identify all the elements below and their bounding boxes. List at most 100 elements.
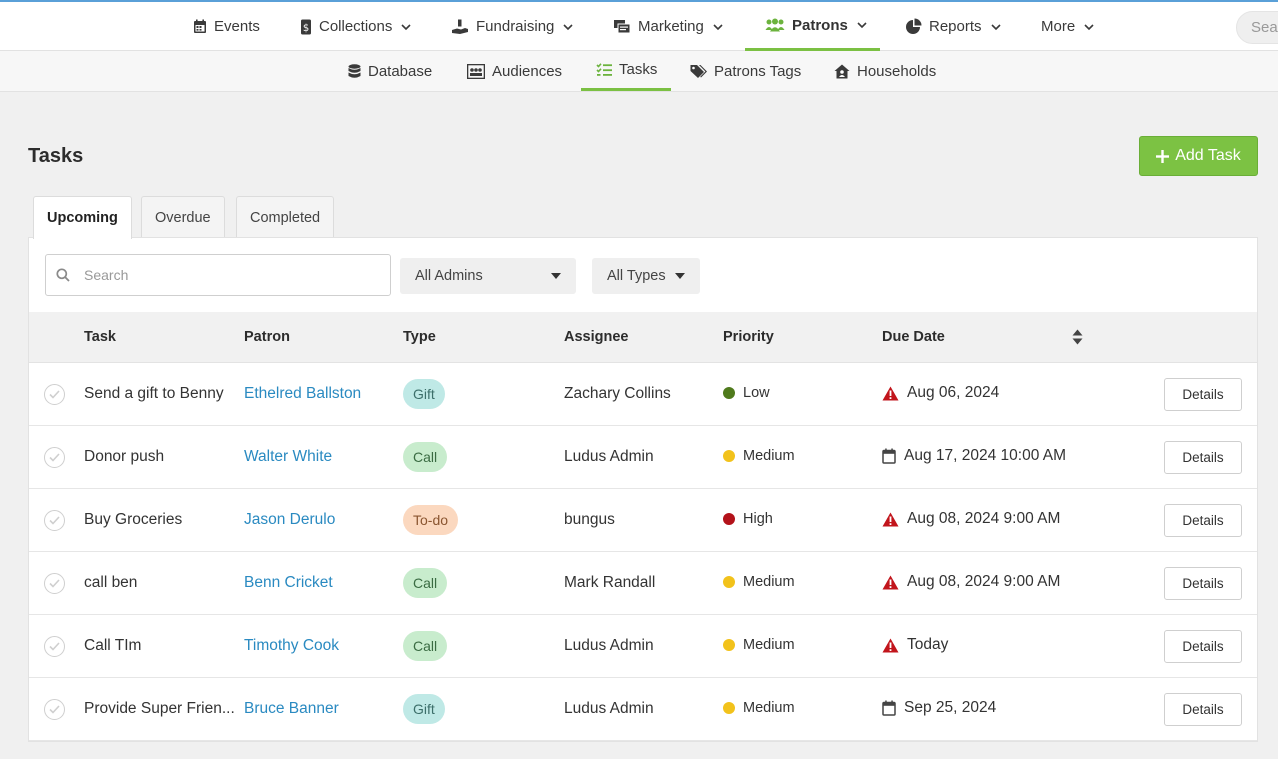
caret-down-icon bbox=[551, 273, 561, 279]
priority-label: Medium bbox=[743, 574, 795, 590]
table-row: Send a gift to Benny Ethelred Ballston Gif… bbox=[29, 363, 1257, 426]
type-badge: Gift bbox=[403, 694, 445, 724]
assignee: Ludus Admin bbox=[564, 637, 654, 654]
priority-label: Low bbox=[743, 385, 770, 401]
check-icon bbox=[49, 453, 60, 462]
task-name: call ben bbox=[84, 574, 138, 591]
complete-task-checkbox[interactable] bbox=[44, 447, 65, 468]
select-value: All Admins bbox=[415, 268, 483, 284]
complete-task-checkbox[interactable] bbox=[44, 636, 65, 657]
calendar-icon bbox=[194, 19, 206, 33]
patron-link[interactable]: Jason Derulo bbox=[244, 511, 335, 529]
priority: Medium bbox=[723, 574, 795, 590]
due-date: Aug 06, 2024 bbox=[882, 384, 999, 402]
nav-marketing[interactable]: Marketing bbox=[613, 2, 723, 51]
collections-icon: $ bbox=[301, 19, 311, 34]
check-icon bbox=[49, 705, 60, 714]
details-button[interactable]: Details bbox=[1164, 504, 1242, 537]
task-search-input[interactable]: Search bbox=[45, 254, 391, 296]
subnav-tasks[interactable]: Tasks bbox=[581, 51, 671, 91]
subnav-patrons-tags[interactable]: Patrons Tags bbox=[690, 51, 801, 91]
patron-link[interactable]: Bruce Banner bbox=[244, 700, 339, 718]
types-filter-select[interactable]: All Types bbox=[592, 258, 700, 294]
check-icon bbox=[49, 516, 60, 525]
due-date: Sep 25, 2024 bbox=[882, 699, 996, 717]
complete-task-checkbox[interactable] bbox=[44, 384, 65, 405]
table-row: Call TIm Timothy Cook Call Ludus Admin Mediu… bbox=[29, 615, 1257, 678]
complete-task-checkbox[interactable] bbox=[44, 573, 65, 594]
priority-dot-icon bbox=[723, 702, 735, 714]
plus-icon bbox=[1156, 149, 1170, 163]
header-assignee: Assignee bbox=[564, 329, 629, 345]
complete-task-checkbox[interactable] bbox=[44, 699, 65, 720]
details-button[interactable]: Details bbox=[1164, 630, 1242, 663]
page-title: Tasks bbox=[28, 145, 84, 167]
subnav-label: Households bbox=[857, 62, 937, 80]
tags-icon bbox=[690, 64, 707, 78]
details-button[interactable]: Details bbox=[1164, 567, 1242, 600]
table-row: Provide Super Frien... Bruce Banner Gift Lu… bbox=[29, 678, 1257, 741]
nav-more[interactable]: More bbox=[1041, 2, 1094, 51]
assignee: Zachary Collins bbox=[564, 385, 671, 402]
header-priority: Priority bbox=[723, 329, 774, 345]
database-icon bbox=[348, 63, 361, 78]
donation-hand-icon bbox=[452, 19, 468, 34]
patron-link[interactable]: Walter White bbox=[244, 448, 332, 466]
house-icon bbox=[834, 64, 850, 78]
tab-completed[interactable]: Completed bbox=[236, 196, 335, 238]
details-button[interactable]: Details bbox=[1164, 441, 1242, 474]
nav-reports[interactable]: Reports bbox=[905, 2, 1001, 51]
calendar-icon bbox=[882, 448, 896, 464]
type-badge: Call bbox=[403, 442, 448, 472]
patron-link[interactable]: Timothy Cook bbox=[244, 637, 339, 655]
header-due-date[interactable]: Due Date bbox=[882, 329, 945, 345]
marketing-icon bbox=[614, 20, 631, 34]
task-name: Provide Super Frien... bbox=[84, 700, 235, 717]
nav-label: Fundraising bbox=[476, 18, 555, 35]
subnav-database[interactable]: Database bbox=[348, 51, 432, 91]
chevron-down-icon bbox=[857, 22, 867, 29]
priority: Medium bbox=[723, 700, 795, 716]
global-search-input[interactable]: Search bbox=[1236, 11, 1278, 44]
task-name: Donor push bbox=[84, 448, 165, 465]
nav-collections[interactable]: $ Collections bbox=[300, 2, 411, 51]
patron-link[interactable]: Benn Cricket bbox=[244, 574, 333, 592]
task-name: Call TIm bbox=[84, 637, 142, 654]
details-button[interactable]: Details bbox=[1164, 378, 1242, 411]
warning-icon bbox=[882, 575, 899, 589]
sort-icon[interactable] bbox=[1072, 329, 1083, 345]
priority-dot-icon bbox=[723, 387, 735, 399]
warning-icon bbox=[882, 638, 899, 652]
header-type: Type bbox=[403, 329, 436, 345]
complete-task-checkbox[interactable] bbox=[44, 510, 65, 531]
assignee: Ludus Admin bbox=[564, 448, 654, 465]
priority-label: High bbox=[743, 511, 773, 527]
svg-text:$: $ bbox=[303, 23, 309, 34]
pie-chart-icon bbox=[906, 18, 922, 34]
search-icon bbox=[56, 268, 70, 282]
due-date-label: Aug 17, 2024 10:00 AM bbox=[904, 447, 1067, 464]
subnav-households[interactable]: Households bbox=[834, 51, 936, 91]
nav-patrons[interactable]: Patrons bbox=[745, 2, 880, 51]
table-row: Donor push Walter White Call Ludus Admin Med… bbox=[29, 426, 1257, 489]
warning-icon bbox=[882, 386, 899, 400]
due-date: Aug 08, 2024 9:00 AM bbox=[882, 573, 1060, 591]
chevron-down-icon bbox=[713, 23, 723, 30]
patron-link[interactable]: Ethelred Ballston bbox=[244, 385, 361, 403]
select-value: All Types bbox=[607, 268, 666, 284]
caret-down-icon bbox=[675, 273, 685, 279]
subnav-label: Audiences bbox=[492, 62, 563, 80]
nav-events[interactable]: Events bbox=[193, 2, 260, 51]
admins-filter-select[interactable]: All Admins bbox=[400, 258, 576, 294]
nav-fundraising[interactable]: Fundraising bbox=[451, 2, 573, 51]
task-name: Send a gift to Benny bbox=[84, 385, 224, 402]
details-button[interactable]: Details bbox=[1164, 693, 1242, 726]
subnav-audiences[interactable]: Audiences bbox=[467, 51, 562, 91]
chevron-down-icon bbox=[401, 23, 411, 30]
table-row: Buy Groceries Jason Derulo To-do bungus High… bbox=[29, 489, 1257, 552]
tab-overdue[interactable]: Overdue bbox=[141, 196, 225, 238]
table-row: call ben Benn Cricket Call Mark Randall Medi… bbox=[29, 552, 1257, 615]
subnav-label: Tasks bbox=[619, 61, 658, 78]
tab-upcoming[interactable]: Upcoming bbox=[33, 196, 132, 239]
add-task-button[interactable]: Add Task bbox=[1139, 136, 1258, 176]
